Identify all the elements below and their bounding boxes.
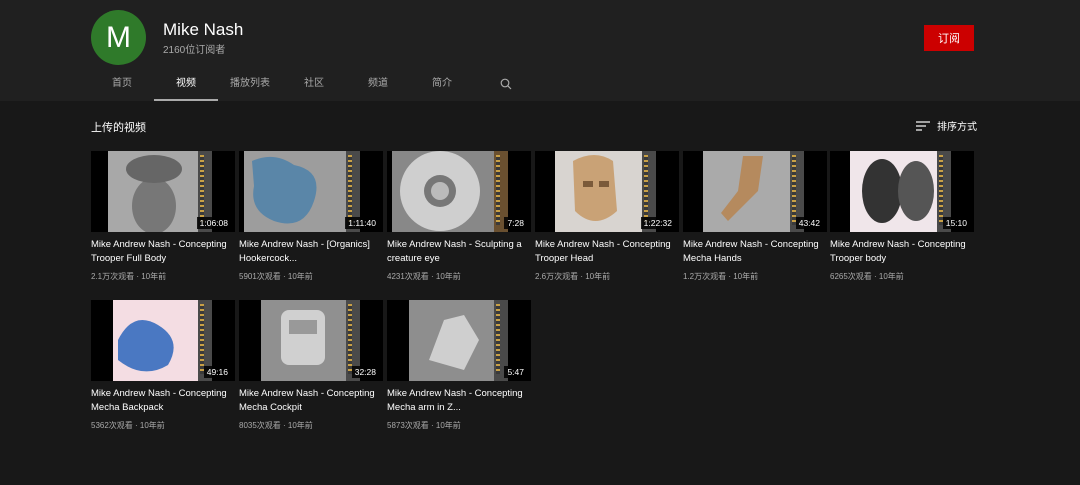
video-title[interactable]: Mike Andrew Nash - Concepting Mecha Cock… [239, 387, 383, 415]
video-thumbnail[interactable]: 5:47 [387, 300, 531, 381]
video-title[interactable]: Mike Andrew Nash - Concepting Mecha Hand… [683, 238, 827, 266]
video-card[interactable]: 1:22:32 Mike Andrew Nash - Concepting Tr… [535, 151, 679, 282]
video-meta: 6265次观看 · 10年前 [830, 272, 904, 281]
video-card[interactable]: 7:28 Mike Andrew Nash - Sculpting a crea… [387, 151, 531, 282]
video-title[interactable]: Mike Andrew Nash - Sculpting a creature … [387, 238, 531, 266]
video-card[interactable]: 5:47 Mike Andrew Nash - Concepting Mecha… [387, 300, 531, 431]
video-thumbnail[interactable]: 1:22:32 [535, 151, 679, 232]
video-duration: 49:16 [203, 366, 231, 378]
video-meta: 2.6万次观看 · 10年前 [535, 272, 611, 281]
sculpt-arm-icon [409, 300, 499, 381]
video-title[interactable]: Mike Andrew Nash - Concepting Trooper Fu… [91, 238, 235, 266]
video-title[interactable]: Mike Andrew Nash - Concepting Trooper bo… [830, 238, 974, 266]
channel-header: M Mike Nash 2160位订阅者 订阅 首页 视频 播放列表 社区 频道… [0, 0, 1080, 101]
video-duration: 15:10 [942, 217, 970, 229]
video-thumbnail[interactable]: 1:06:08 [91, 151, 235, 232]
sort-button[interactable]: 排序方式 [916, 118, 977, 133]
sculpt-figure-back-icon [108, 151, 200, 232]
video-title[interactable]: Mike Andrew Nash - Concepting Trooper He… [535, 238, 679, 266]
sculpt-backpack-icon [113, 300, 203, 381]
channel-avatar[interactable]: M [91, 10, 146, 65]
subscribe-button[interactable]: 订阅 [924, 25, 974, 51]
video-title[interactable]: Mike Andrew Nash - Concepting Mecha arm … [387, 387, 531, 415]
tab-home[interactable]: 首页 [90, 70, 154, 101]
video-card[interactable]: 43:42 Mike Andrew Nash - Concepting Mech… [683, 151, 827, 282]
video-duration: 32:28 [351, 366, 379, 378]
tab-channels[interactable]: 频道 [346, 70, 410, 101]
video-thumbnail[interactable]: 7:28 [387, 151, 531, 232]
subscriber-count: 2160位订阅者 [163, 45, 226, 56]
video-meta: 5873次观看 · 10年前 [387, 421, 461, 430]
video-card[interactable]: 49:16 Mike Andrew Nash - Concepting Mech… [91, 300, 235, 431]
sculpt-blue-organic-icon [244, 151, 348, 232]
video-meta: 1.2万次观看 · 10年前 [683, 272, 759, 281]
video-duration: 1:22:32 [640, 217, 675, 229]
video-meta: 4231次观看 · 10年前 [387, 272, 461, 281]
video-duration: 43:42 [795, 217, 823, 229]
tab-about[interactable]: 简介 [410, 70, 474, 101]
video-duration: 5:47 [504, 366, 527, 378]
sort-label: 排序方式 [937, 122, 977, 133]
video-title[interactable]: Mike Andrew Nash - [Organics] Hookercock… [239, 238, 383, 266]
video-thumbnail[interactable]: 32:28 [239, 300, 383, 381]
sculpt-bodies-icon [850, 151, 950, 232]
search-icon[interactable] [474, 70, 538, 98]
sculpt-cockpit-icon [261, 300, 351, 381]
tab-playlists[interactable]: 播放列表 [218, 70, 282, 101]
video-card[interactable]: 15:10 Mike Andrew Nash - Concepting Troo… [830, 151, 974, 282]
video-thumbnail[interactable]: 43:42 [683, 151, 827, 232]
sculpt-hand-icon [703, 151, 795, 232]
video-meta: 8035次观看 · 10年前 [239, 421, 313, 430]
video-title[interactable]: Mike Andrew Nash - Concepting Mecha Back… [91, 387, 235, 415]
video-thumbnail[interactable]: 49:16 [91, 300, 235, 381]
sculpt-eye-icon [392, 151, 502, 232]
channel-tabs: 首页 视频 播放列表 社区 频道 简介 [90, 70, 538, 101]
sort-icon [916, 120, 930, 131]
video-duration: 1:06:08 [196, 217, 231, 229]
video-duration: 1:11:40 [345, 217, 379, 229]
tab-community[interactable]: 社区 [282, 70, 346, 101]
tab-videos[interactable]: 视频 [154, 70, 218, 101]
sculpt-head-icon [555, 151, 647, 232]
video-card[interactable]: 1:11:40 Mike Andrew Nash - [Organics] Ho… [239, 151, 383, 282]
video-thumbnail[interactable]: 15:10 [830, 151, 974, 232]
video-meta: 5901次观看 · 10年前 [239, 272, 313, 281]
video-meta: 5362次观看 · 10年前 [91, 421, 165, 430]
video-duration: 7:28 [504, 217, 527, 229]
video-card[interactable]: 32:28 Mike Andrew Nash - Concepting Mech… [239, 300, 383, 431]
video-thumbnail[interactable]: 1:11:40 [239, 151, 383, 232]
section-title: 上传的视频 [91, 122, 146, 134]
video-card[interactable]: 1:06:08 Mike Andrew Nash - Concepting Tr… [91, 151, 235, 282]
channel-name: Mike Nash [163, 20, 244, 39]
video-meta: 2.1万次观看 · 10年前 [91, 272, 167, 281]
